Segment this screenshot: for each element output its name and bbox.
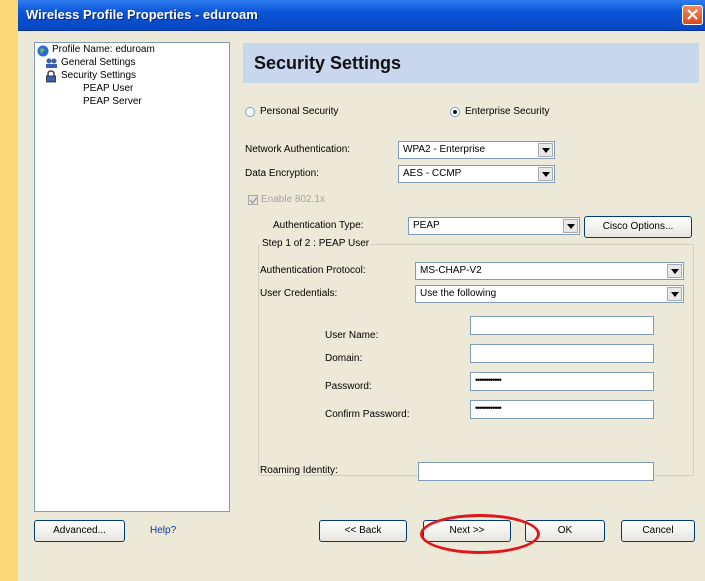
chevron-down-icon — [671, 292, 679, 297]
enterprise-security-label[interactable]: Enterprise Security — [465, 106, 549, 117]
cancel-button[interactable]: Cancel — [621, 520, 695, 542]
network-authentication-label: Network Authentication: — [245, 144, 351, 155]
dropdown-button[interactable] — [667, 287, 682, 301]
back-button[interactable]: << Back — [319, 520, 407, 542]
annotation-circle — [420, 514, 540, 554]
data-encryption-value: AES - CCMP — [403, 168, 462, 179]
authentication-protocol-value: MS-CHAP-V2 — [420, 265, 482, 276]
users-icon — [46, 58, 57, 68]
personal-security-radio[interactable] — [245, 107, 255, 117]
cisco-options-button[interactable]: Cisco Options... — [584, 216, 692, 238]
authentication-protocol-select[interactable]: MS-CHAP-V2 — [415, 262, 684, 280]
domain-input[interactable] — [470, 344, 654, 363]
checkmark-icon — [249, 196, 258, 205]
password-input[interactable]: •••••••••••• — [470, 372, 654, 391]
tree-item-security-settings[interactable]: Security Settings — [61, 70, 136, 81]
dropdown-button[interactable] — [538, 143, 553, 157]
advanced-button[interactable]: Advanced... — [34, 520, 125, 542]
domain-label: Domain: — [325, 353, 363, 364]
close-icon — [687, 9, 698, 20]
authentication-type-value: PEAP — [413, 220, 440, 231]
tree-item-general-settings[interactable]: General Settings — [61, 57, 136, 68]
network-authentication-value: WPA2 - Enterprise — [403, 144, 486, 155]
chevron-down-icon — [567, 224, 575, 229]
window-title: Wireless Profile Properties - eduroam — [26, 7, 258, 22]
section-header: Security Settings — [243, 43, 699, 83]
peap-user-group-title: Step 1 of 2 : PEAP User — [260, 238, 372, 249]
password-value: •••••••••••• — [475, 375, 502, 385]
roaming-identity-input[interactable] — [418, 462, 654, 481]
confirm-password-label: Confirm Password: — [325, 409, 410, 420]
authentication-type-label: Authentication Type: — [273, 220, 364, 231]
data-encryption-label: Data Encryption: — [245, 168, 319, 179]
confirm-password-input[interactable]: •••••••••••• — [470, 400, 654, 419]
settings-tree: Profile Name: eduroam General Settings S… — [34, 42, 230, 512]
user-credentials-value: Use the following — [420, 288, 497, 299]
dialog-window: Wireless Profile Properties - eduroam Pr… — [18, 0, 705, 581]
network-authentication-select[interactable]: WPA2 - Enterprise — [398, 141, 555, 159]
lock-icon — [46, 70, 56, 83]
dropdown-button[interactable] — [563, 219, 578, 233]
help-link[interactable]: Help? — [150, 525, 176, 536]
tree-item-profile-name[interactable]: Profile Name: eduroam — [52, 44, 155, 55]
chevron-down-icon — [542, 148, 550, 153]
authentication-protocol-label: Authentication Protocol: — [260, 265, 366, 276]
enterprise-security-radio[interactable] — [450, 107, 460, 117]
tree-item-peap-user[interactable]: PEAP User — [83, 83, 133, 94]
enable-8021x-checkbox[interactable] — [248, 195, 258, 205]
dropdown-button[interactable] — [538, 167, 553, 181]
roaming-identity-label: Roaming Identity: — [260, 465, 338, 476]
title-bar[interactable]: Wireless Profile Properties - eduroam — [18, 0, 705, 31]
close-button[interactable] — [682, 5, 703, 25]
authentication-type-select[interactable]: PEAP — [408, 217, 580, 235]
globe-icon — [37, 45, 49, 57]
enable-8021x-label: Enable 802.1x — [261, 194, 325, 205]
user-name-input[interactable] — [470, 316, 654, 335]
page-title: Security Settings — [254, 53, 402, 73]
password-label: Password: — [325, 381, 372, 392]
data-encryption-select[interactable]: AES - CCMP — [398, 165, 555, 183]
tree-item-peap-server[interactable]: PEAP Server — [83, 96, 142, 107]
user-credentials-select[interactable]: Use the following — [415, 285, 684, 303]
personal-security-label[interactable]: Personal Security — [260, 106, 338, 117]
confirm-password-value: •••••••••••• — [475, 403, 502, 413]
dropdown-button[interactable] — [667, 264, 682, 278]
chevron-down-icon — [671, 269, 679, 274]
user-credentials-label: User Credentials: — [260, 288, 338, 299]
user-name-label: User Name: — [325, 330, 379, 341]
chevron-down-icon — [542, 172, 550, 177]
